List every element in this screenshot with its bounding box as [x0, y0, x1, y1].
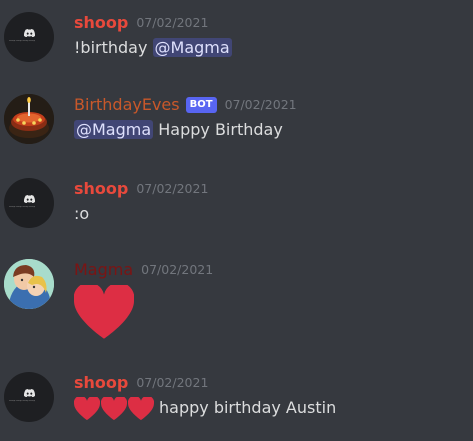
user-mention[interactable]: @Magma — [152, 38, 232, 57]
red-heart-icon — [128, 397, 154, 420]
bot-badge: BOT — [185, 96, 217, 113]
anime-couple-icon — [4, 259, 54, 309]
message-text: :o — [74, 204, 90, 223]
user-mention[interactable]: @Magma — [74, 120, 154, 139]
avatar-caption: shoop shoop shoop shoop — [9, 206, 36, 208]
message-item: shoop shoop shoop shoop shoop 07/02/2021 … — [0, 12, 473, 72]
birthday-cake-icon — [4, 94, 54, 144]
message-header: shoop 07/02/2021 — [74, 178, 208, 200]
user-avatar[interactable]: shoop shoop shoop shoop — [4, 372, 54, 422]
message-item: BirthdayEves BOT 07/02/2021 @Magma Happy B… — [0, 94, 473, 154]
discord-logo-icon — [24, 29, 35, 37]
message-item: Magma 07/02/2021 — [0, 259, 473, 349]
message-content: happy birthday Austin — [74, 396, 336, 420]
message-content — [73, 282, 135, 346]
red-heart-icon — [73, 282, 135, 339]
timestamp: 07/02/2021 — [136, 375, 209, 390]
message-header: BirthdayEves BOT 07/02/2021 — [74, 94, 297, 116]
username[interactable]: shoop — [74, 179, 128, 198]
message-text: happy birthday Austin — [159, 398, 337, 417]
heart-emoji-group — [74, 397, 155, 420]
username[interactable]: shoop — [74, 373, 128, 392]
message-content: !birthday @Magma — [74, 36, 232, 60]
username[interactable]: BirthdayEves — [74, 95, 180, 114]
red-heart-icon — [101, 397, 127, 420]
timestamp: 07/02/2021 — [141, 262, 214, 277]
red-heart-icon — [74, 397, 100, 420]
message-text: !birthday — [74, 38, 153, 57]
discord-logo-icon — [24, 389, 35, 397]
user-avatar[interactable]: shoop shoop shoop shoop — [4, 178, 54, 228]
timestamp: 07/02/2021 — [136, 181, 209, 196]
message-item: shoop shoop shoop shoop shoop 07/02/2021 … — [0, 372, 473, 432]
avatar-caption: shoop shoop shoop shoop — [9, 400, 36, 402]
message-header: shoop 07/02/2021 — [74, 372, 208, 394]
message-content: @Magma Happy Birthday — [74, 118, 283, 142]
anime-couple-avatar[interactable] — [4, 259, 54, 309]
message-content: :o — [74, 202, 89, 226]
timestamp: 07/02/2021 — [136, 15, 209, 30]
discord-logo-icon — [24, 195, 35, 203]
message-header: shoop 07/02/2021 — [74, 12, 208, 34]
message-header: Magma 07/02/2021 — [74, 259, 213, 281]
timestamp: 07/02/2021 — [224, 97, 297, 112]
birthday-cake-avatar[interactable] — [4, 94, 54, 144]
message-item: shoop shoop shoop shoop shoop 07/02/2021 … — [0, 178, 473, 238]
message-text: Happy Birthday — [153, 120, 283, 139]
avatar-caption: shoop shoop shoop shoop — [9, 40, 36, 42]
username[interactable]: Magma — [74, 260, 133, 279]
user-avatar[interactable]: shoop shoop shoop shoop — [4, 12, 54, 62]
username[interactable]: shoop — [74, 13, 128, 32]
